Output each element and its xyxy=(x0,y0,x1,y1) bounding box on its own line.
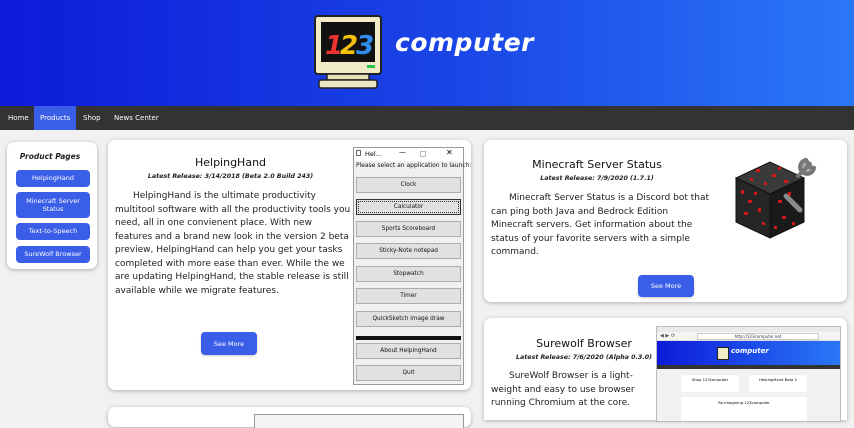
launch-clock-button[interactable]: Clock xyxy=(356,177,461,193)
sidebar-product-pages: Product Pages HelpingHand Minecraft Serv… xyxy=(7,142,97,269)
sidebar-item-helpinghand[interactable]: HelpingHand xyxy=(16,170,90,187)
nav-shop[interactable]: Shop xyxy=(77,106,107,130)
next-product-card xyxy=(108,407,471,428)
surewolf-card: Surewolf Browser Latest Release: 7/6/202… xyxy=(484,318,847,422)
mini-logo-word: computer xyxy=(731,347,769,355)
logo-wordmark: computer xyxy=(395,28,534,57)
nav-products[interactable]: Products xyxy=(34,106,77,130)
minecraft-redstone-block-icon xyxy=(734,157,817,239)
helpinghand-description: HelpingHand is the ultimate productivity… xyxy=(115,191,351,296)
window-prompt: Please select an application to launch: xyxy=(356,162,472,169)
helpinghand-see-more-button[interactable]: See More xyxy=(201,332,257,355)
maximize-icon[interactable] xyxy=(420,151,426,157)
minecraft-card: Minecraft Server Status Latest Release: … xyxy=(484,140,847,302)
nav-home[interactable]: Home xyxy=(2,106,35,130)
browser-page-banner: computer xyxy=(657,341,840,365)
mini-logo-icon xyxy=(717,347,729,360)
nav-bar: Home Products Shop News Center xyxy=(0,106,854,130)
window-titlebar: Hel... — ✕ xyxy=(354,148,463,161)
browser-address-bar: http://123computer.net xyxy=(697,333,819,340)
browser-toolbar: ◀ ▶ ⟳ http://123computer.net xyxy=(657,332,840,341)
close-icon[interactable]: ✕ xyxy=(446,148,453,157)
quit-button[interactable]: Quit xyxy=(356,365,461,381)
launch-stopwatch-button[interactable]: Stopwatch xyxy=(356,266,461,282)
browser-back-icon: ◀ ▶ ⟳ xyxy=(660,333,676,339)
nav-news-center[interactable]: News Center xyxy=(108,106,165,130)
launch-timer-button[interactable]: Timer xyxy=(356,288,461,304)
minecraft-see-more-button[interactable]: See More xyxy=(638,275,694,297)
launch-calculator-button[interactable]: Calculator xyxy=(356,199,461,215)
app-icon xyxy=(356,150,361,156)
launch-sticky-note-button[interactable]: Sticky-Note notepad xyxy=(356,243,461,259)
site-logo[interactable]: 1 2 3 computer xyxy=(313,14,543,94)
about-helpinghand-button[interactable]: About HelpingHand xyxy=(356,343,461,359)
surewolf-description: SureWolf Browser is a light-weight and e… xyxy=(491,371,635,408)
mini-tile-helpinghand: HelpingHand Beta 2 xyxy=(749,375,807,392)
mini-tile-reimagining: Re-imagining 123computer xyxy=(681,397,807,421)
helpinghand-app-window: Hel... — ✕ Please select an application … xyxy=(353,147,472,385)
minecraft-release: Latest Release: 7/9/2020 (1.7.1) xyxy=(540,175,654,182)
next-product-preview xyxy=(254,414,464,428)
surewolf-title: Surewolf Browser xyxy=(536,337,632,350)
sidebar-item-minecraft-server-status[interactable]: Minecraft Server Status xyxy=(16,192,90,218)
launch-sports-scoreboard-button[interactable]: Sports Scoreboard xyxy=(356,221,461,237)
header-banner: 1 2 3 computer xyxy=(0,0,854,106)
minecraft-description: Minecraft Server Status is a Discord bot… xyxy=(491,193,709,257)
browser-page-body: Shop 123computer HelpingHand Beta 2 Re-i… xyxy=(657,369,840,421)
window-title: Hel... xyxy=(365,150,382,158)
computer-logo-icon: 1 2 3 xyxy=(314,15,382,89)
helpinghand-release: Latest Release: 3/14/2018 (Beta 2.0 Buil… xyxy=(147,173,314,180)
minimize-icon[interactable]: — xyxy=(399,148,406,156)
surewolf-release: Latest Release: 7/6/2020 (Alpha 0.3.0) xyxy=(516,354,652,361)
minecraft-title: Minecraft Server Status xyxy=(532,158,662,171)
sidebar-title: Product Pages xyxy=(19,152,81,161)
sidebar-item-text-to-speech[interactable]: Text-to-Speech xyxy=(16,223,90,240)
sidebar-item-surewolf-browser[interactable]: SureWolf Browser xyxy=(16,246,90,263)
logo-digit-3: 3 xyxy=(356,31,374,61)
helpinghand-title: HelpingHand xyxy=(194,156,267,169)
surewolf-browser-screenshot: ◀ ▶ ⟳ http://123computer.net computer Sh… xyxy=(656,326,841,422)
window-divider xyxy=(356,336,461,340)
launch-quicksketch-button[interactable]: QuickSketch image draw xyxy=(356,311,461,327)
mini-tile-shop: Shop 123computer xyxy=(681,375,739,392)
